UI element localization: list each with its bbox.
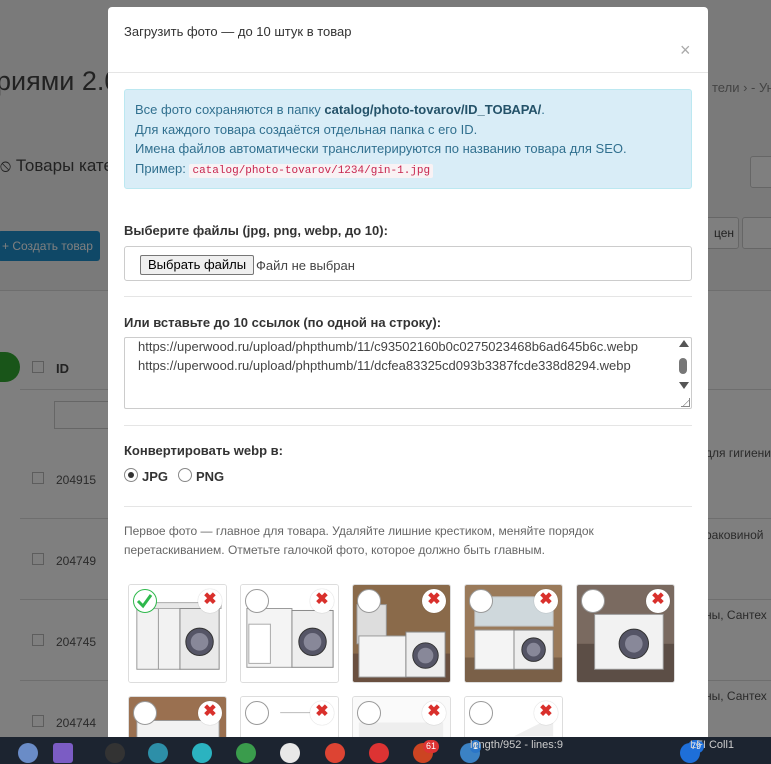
status-text: length/952 - lines:9 xyxy=(470,739,563,751)
photo-thumbnail[interactable]: ✖ xyxy=(576,584,675,683)
select-main-radio-icon[interactable] xyxy=(469,701,493,725)
modal-header: Загрузить фото — до 10 штук в товар × xyxy=(108,7,708,73)
file-status: Файл не выбран xyxy=(256,258,355,273)
url-line: https://uperwood.ru/upload/phpthumb/11/d… xyxy=(138,357,631,373)
notification-badge: 61 xyxy=(423,740,440,753)
radio-jpg-label[interactable]: JPG xyxy=(142,469,168,484)
select-main-radio-icon[interactable] xyxy=(357,701,381,725)
delete-icon[interactable]: ✖ xyxy=(646,589,670,613)
photo-thumbnail[interactable]: ✖ xyxy=(464,696,563,737)
choose-files-button[interactable]: Выбрать файлы xyxy=(140,255,255,275)
info-line: Имена файлов автоматически транслитериру… xyxy=(135,141,627,156)
photo-thumbnail[interactable]: ✖ xyxy=(352,696,451,737)
app-icon[interactable] xyxy=(18,743,38,763)
scrollbar[interactable] xyxy=(678,340,689,406)
app-icon[interactable] xyxy=(53,743,73,763)
divider xyxy=(124,425,692,426)
folder-path: catalog/photo-tovarov/ID_TOВАРА/ xyxy=(324,102,542,117)
scroll-thumb[interactable] xyxy=(679,358,687,374)
convert-label: Конвертировать webp в: xyxy=(124,443,283,458)
select-main-radio-icon[interactable] xyxy=(581,589,605,613)
select-main-radio-icon[interactable] xyxy=(245,701,269,725)
info-line: Для каждого товара создаётся отдельная п… xyxy=(135,121,478,137)
photo-thumbnail[interactable]: ✖ xyxy=(352,584,451,683)
photo-thumbnail[interactable]: ✖ xyxy=(240,696,339,737)
delete-icon[interactable]: ✖ xyxy=(198,589,222,613)
close-icon[interactable]: × xyxy=(680,40,691,61)
main-photo-check-icon[interactable] xyxy=(133,589,157,613)
select-main-radio-icon[interactable] xyxy=(133,701,157,725)
photo-thumbnail[interactable]: ✖ xyxy=(240,584,339,683)
app-icon[interactable] xyxy=(236,743,256,763)
resize-handle-icon[interactable] xyxy=(681,398,690,407)
select-main-radio-icon[interactable] xyxy=(357,589,381,613)
file-input[interactable]: Выбрать файлы Файл не выбран xyxy=(124,246,692,281)
select-main-radio-icon[interactable] xyxy=(469,589,493,613)
radio-jpg[interactable] xyxy=(124,468,138,482)
taskbar: 61 1 length/952 - lines:9 79 LFI Coll1 xyxy=(0,737,771,764)
delete-icon[interactable]: ✖ xyxy=(534,701,558,725)
app-icon[interactable] xyxy=(192,743,212,763)
select-main-radio-icon[interactable] xyxy=(245,589,269,613)
photo-thumbnail[interactable]: ✖ xyxy=(128,696,227,737)
divider xyxy=(124,506,692,507)
upload-photos-modal: Загрузить фото — до 10 штук в товар × Вс… xyxy=(108,7,708,737)
app-icon[interactable] xyxy=(148,743,168,763)
delete-icon[interactable]: ✖ xyxy=(422,589,446,613)
urls-textarea[interactable]: https://uperwood.ru/upload/phpthumb/11/c… xyxy=(124,337,692,409)
photo-thumbnail[interactable]: ✖ xyxy=(128,584,227,683)
photos-hint: Первое фото — главное для товара. Удаляй… xyxy=(124,524,594,557)
scroll-down-icon[interactable] xyxy=(679,382,689,389)
app-icon[interactable] xyxy=(369,743,389,763)
url-line: https://uperwood.ru/upload/phpthumb/11/c… xyxy=(138,339,638,354)
modal-title: Загрузить фото — до 10 штук в товар xyxy=(124,24,352,39)
urls-label: Или вставьте до 10 ссылок (по одной на с… xyxy=(124,315,442,330)
delete-icon[interactable]: ✖ xyxy=(310,701,334,725)
radio-png-label[interactable]: PNG xyxy=(196,469,224,484)
radio-png[interactable] xyxy=(178,468,192,482)
app-icon[interactable]: 61 xyxy=(413,740,440,763)
example-path: catalog/photo-tovarov/1234/gin-1.jpg xyxy=(189,163,434,178)
delete-icon[interactable]: ✖ xyxy=(198,701,222,725)
photo-thumbnail[interactable]: ✖ xyxy=(464,584,563,683)
info-alert: Все фото сохраняются в папку catalog/pho… xyxy=(124,89,692,189)
delete-icon[interactable]: ✖ xyxy=(422,701,446,725)
app-icon[interactable] xyxy=(325,743,345,763)
delete-icon[interactable]: ✖ xyxy=(534,589,558,613)
app-icon[interactable] xyxy=(280,743,300,763)
scroll-up-icon[interactable] xyxy=(679,340,689,347)
delete-icon[interactable]: ✖ xyxy=(310,589,334,613)
files-label: Выберите файлы (jpg, png, webp, до 10): xyxy=(124,223,388,238)
divider xyxy=(124,296,692,297)
app-icon[interactable] xyxy=(105,743,125,763)
status-text: LFI Coll1 xyxy=(690,739,735,751)
